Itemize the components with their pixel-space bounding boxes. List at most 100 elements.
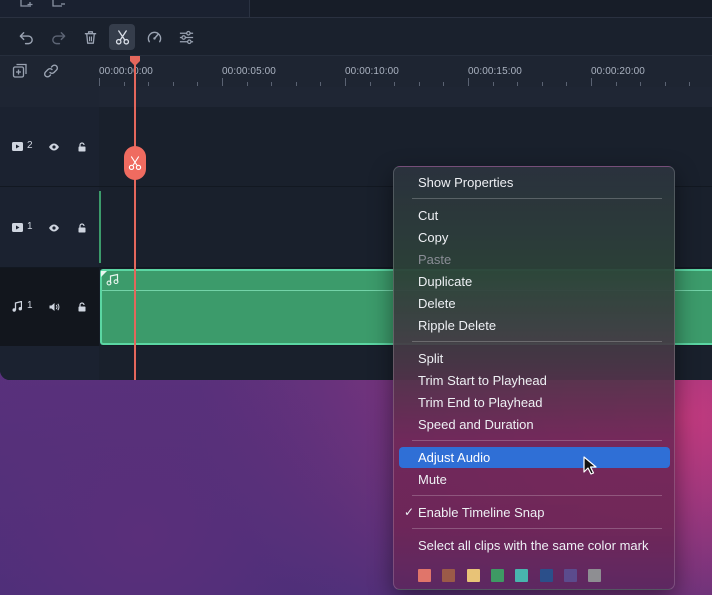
undo-icon (19, 31, 33, 44)
trash-icon (84, 30, 96, 44)
menu-item-trim-end[interactable]: Trim End to Playhead (399, 392, 670, 413)
menu-item-mute[interactable]: Mute (399, 469, 670, 490)
track-head-empty (0, 346, 99, 380)
lock-icon[interactable] (75, 300, 89, 314)
folder-icon[interactable] (52, 0, 66, 8)
menu-item-duplicate[interactable]: Duplicate (399, 271, 670, 292)
adjust-icon (179, 30, 193, 44)
add-track-icon[interactable] (12, 63, 28, 79)
color-mark-swatch[interactable] (539, 569, 553, 582)
color-mark-swatch[interactable] (418, 569, 431, 582)
add-media-icon[interactable] (20, 0, 34, 8)
lane-spacer (99, 87, 712, 107)
lock-icon[interactable] (75, 140, 89, 154)
ruler-tick (468, 78, 469, 86)
menu-item-speed-duration[interactable]: Speed and Duration (399, 414, 670, 435)
scissors-icon (115, 29, 129, 45)
color-mark-swatch[interactable] (466, 569, 480, 582)
menu-item-select-same-color[interactable]: Select all clips with the same color mar… (399, 535, 670, 556)
track-head-video-1[interactable]: 1 (0, 187, 99, 268)
menu-separator (412, 198, 662, 199)
lock-icon[interactable] (75, 221, 89, 235)
eye-icon[interactable] (47, 140, 61, 154)
top-panel-strip (0, 0, 712, 17)
video-track-icon (12, 223, 23, 232)
menu-item-label: Enable Timeline Snap (418, 505, 545, 520)
track-number: 1 (27, 300, 33, 311)
clip-edge (99, 191, 101, 263)
menu-item-paste: Paste (418, 252, 452, 267)
menu-item-ripple-delete[interactable]: Ripple Delete (399, 315, 670, 336)
ruler-tick (369, 82, 371, 86)
ruler-tick (148, 82, 150, 86)
ruler-tick (172, 82, 174, 86)
ruler-tick (615, 82, 617, 86)
ruler-tick (566, 82, 568, 86)
scissors-icon (128, 156, 142, 171)
adjust-button[interactable] (173, 24, 199, 50)
menu-item-adjust-audio[interactable]: Adjust Audio (399, 447, 670, 468)
checkmark-icon: ✓ (404, 505, 415, 519)
split-tool-button[interactable] (109, 24, 135, 50)
ruler-tick (689, 82, 691, 86)
menu-item-cut[interactable]: Cut (399, 205, 670, 226)
ruler-tick (418, 82, 420, 86)
media-panel-edge (0, 0, 250, 17)
ruler-tick (99, 78, 100, 86)
ruler-tick (640, 82, 642, 86)
link-icon[interactable] (43, 63, 59, 79)
time-ruler[interactable]: 00:00:00:00 00:00:05:00 00:00:10:00 00:0… (99, 56, 712, 88)
ruler-tick (394, 82, 396, 86)
ruler-tick (664, 82, 666, 86)
mouse-cursor-icon (583, 456, 597, 475)
ruler-tick (320, 82, 322, 86)
color-mark-swatch[interactable] (442, 569, 456, 582)
speed-button[interactable] (141, 24, 167, 50)
track-head-video-2[interactable]: 2 (0, 107, 99, 187)
audio-clip-icon (106, 273, 119, 286)
ruler-tick (197, 82, 199, 86)
delete-button[interactable] (77, 24, 103, 50)
color-mark-swatch[interactable] (490, 569, 504, 582)
menu-item-copy[interactable]: Copy (399, 227, 670, 248)
ruler-tick (295, 82, 297, 86)
ruler-label: 00:00:05:00 (222, 66, 276, 77)
track-headers: 2 1 1 (0, 87, 99, 380)
split-marker[interactable] (124, 146, 146, 180)
menu-item-enable-snap[interactable]: ✓ Enable Timeline Snap (399, 502, 670, 523)
clip-corner-marker (101, 271, 107, 277)
color-mark-swatch[interactable] (515, 569, 529, 582)
undo-button[interactable] (13, 24, 39, 50)
redo-icon (51, 31, 65, 44)
redo-button[interactable] (45, 24, 71, 50)
menu-separator (412, 495, 662, 496)
speed-icon (147, 31, 161, 42)
menu-item-trim-start[interactable]: Trim Start to Playhead (399, 370, 670, 391)
ruler-label: 00:00:00:00 (99, 66, 153, 77)
ruler-tick (541, 82, 543, 86)
video-track-icon (12, 142, 23, 151)
speaker-icon[interactable] (47, 300, 61, 314)
eye-icon[interactable] (47, 221, 61, 235)
ruler-tick (345, 78, 346, 86)
menu-separator (412, 440, 662, 441)
menu-item-split[interactable]: Split (399, 348, 670, 369)
track-head-spacer (0, 87, 99, 107)
track-head-audio-1[interactable]: 1 (0, 268, 99, 346)
menu-item-delete[interactable]: Delete (399, 293, 670, 314)
color-mark-swatch[interactable] (588, 569, 602, 582)
ruler-tick (222, 78, 223, 86)
ruler-tick (492, 82, 494, 86)
playhead-handle[interactable] (129, 55, 141, 67)
timeline-toolbar (0, 17, 712, 55)
ruler-label: 00:00:15:00 (468, 66, 522, 77)
ruler-tick (517, 82, 519, 86)
playhead-line[interactable] (134, 63, 136, 380)
color-mark-swatch[interactable] (563, 569, 577, 582)
timeline-ruler-row: 00:00:00:00 00:00:05:00 00:00:10:00 00:0… (0, 55, 712, 87)
track-number: 1 (27, 221, 33, 232)
menu-separator (412, 528, 662, 529)
ruler-tick (443, 82, 445, 86)
menu-item-show-properties[interactable]: Show Properties (399, 172, 670, 193)
ruler-tick (246, 82, 248, 86)
